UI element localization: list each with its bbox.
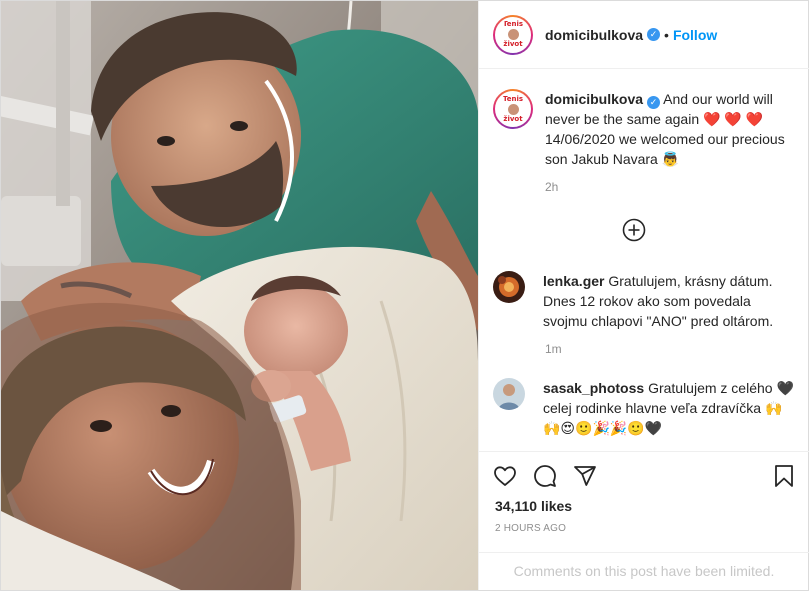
bookmark-button[interactable] bbox=[773, 464, 795, 488]
post-actions: 34,110 likes 2 HOURS AGO Comments on thi… bbox=[479, 451, 809, 591]
instagram-post: Tenis život domicibulkova ✓ • Follow Ten… bbox=[0, 0, 809, 591]
caption-avatar-face bbox=[507, 103, 519, 115]
comment-item: lenka.ger Gratulujem, krásny dátum. Dnes… bbox=[493, 271, 798, 331]
comment-username[interactable]: lenka.ger bbox=[543, 273, 604, 289]
post-photo[interactable] bbox=[1, 1, 478, 590]
caption-time[interactable]: 2h bbox=[545, 180, 558, 194]
comment-avatar-image bbox=[493, 378, 525, 410]
caption-avatar-bottom-text: život bbox=[503, 114, 523, 123]
caption-avatar-image: Tenis život bbox=[495, 91, 531, 127]
author-avatar[interactable]: Tenis život bbox=[493, 14, 533, 55]
caption-text: domicibulkova ✓ And our world will never … bbox=[545, 89, 798, 169]
post-timestamp[interactable]: 2 HOURS AGO bbox=[495, 523, 566, 534]
add-comment-icon[interactable] bbox=[622, 218, 646, 242]
likes-count[interactable]: 34,110 likes bbox=[495, 498, 572, 514]
comment-emoji-1: 🙌 bbox=[764, 400, 783, 416]
caption-username[interactable]: domicibulkova bbox=[545, 91, 643, 107]
photo-illustration bbox=[1, 1, 478, 590]
post-caption: Tenis život domicibulkova ✓ And our world… bbox=[493, 89, 798, 169]
comment-username[interactable]: sasak_photoss bbox=[543, 380, 644, 396]
bookmark-icon[interactable] bbox=[773, 464, 795, 488]
comments-limited-notice: Comments on this post have been limited. bbox=[479, 552, 809, 591]
comment-text: sasak_photoss Gratulujem z celého 🖤 cele… bbox=[543, 378, 798, 438]
caption-hearts: ❤️ ❤️ ❤️ bbox=[703, 111, 764, 127]
action-icons bbox=[493, 464, 597, 488]
comment-avatar[interactable] bbox=[493, 271, 525, 303]
avatar-top-text: Tenis bbox=[502, 20, 524, 28]
post-side-panel: Tenis život domicibulkova ✓ • Follow Ten… bbox=[478, 1, 809, 591]
caption-verified-icon: ✓ bbox=[647, 96, 661, 109]
avatar-face bbox=[507, 29, 519, 40]
share-icon[interactable] bbox=[573, 464, 597, 488]
comment-avatar-image bbox=[493, 271, 525, 303]
comment-body-cont: celej rodinke hlavne veľa zdravíčka bbox=[543, 400, 762, 416]
heart-icon[interactable] bbox=[493, 464, 517, 488]
caption-emoji: 👼 bbox=[661, 151, 680, 167]
verified-icon: ✓ bbox=[647, 28, 661, 41]
post-header: Tenis život domicibulkova ✓ • Follow bbox=[479, 1, 809, 69]
comment-time[interactable]: 1m bbox=[545, 342, 562, 356]
comment-icon[interactable] bbox=[533, 464, 557, 488]
author-username[interactable]: domicibulkova bbox=[545, 27, 643, 43]
caption-avatar[interactable]: Tenis život bbox=[493, 89, 533, 129]
comment-avatar[interactable] bbox=[493, 378, 525, 410]
comment-body: Gratulujem z celého bbox=[648, 380, 773, 396]
separator-dot: • bbox=[664, 26, 669, 43]
comment-item: sasak_photoss Gratulujem z celého 🖤 cele… bbox=[493, 378, 798, 438]
caption-avatar-top-text: Tenis bbox=[502, 94, 524, 103]
avatar-image: Tenis život bbox=[495, 16, 531, 53]
avatar-bottom-text: život bbox=[503, 40, 523, 48]
comment-emoji-2: 🙌😍🙂🎉🎉🙂🖤 bbox=[543, 420, 663, 436]
comment-heart: 🖤 bbox=[776, 380, 794, 396]
follow-button[interactable]: Follow bbox=[673, 27, 717, 43]
comment-text: lenka.ger Gratulujem, krásny dátum. Dnes… bbox=[543, 271, 798, 331]
